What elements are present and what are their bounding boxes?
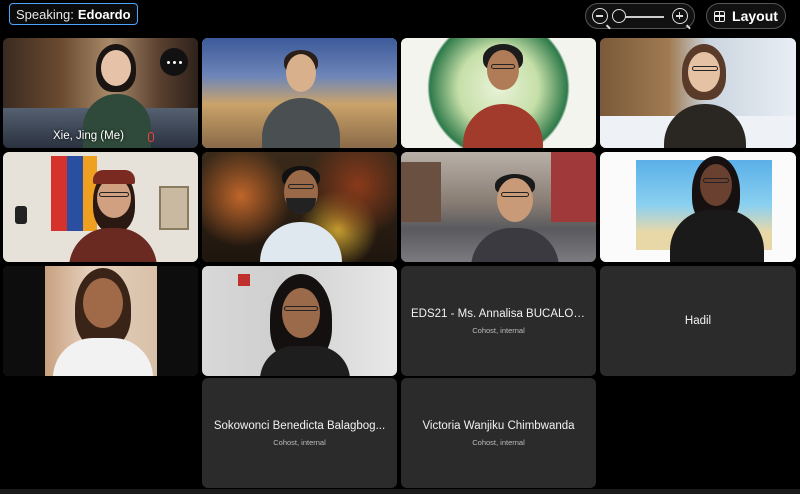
participant-role-sokowonci: Cohost, internal [273,437,326,447]
bottom-bar [0,489,800,494]
video-tile-annalisa[interactable]: EDS21 - Ms. Annalisa BUCALOS... Cohost, … [401,266,596,376]
layout-label: Layout [732,8,778,24]
participant-name-annalisa: EDS21 - Ms. Annalisa BUCALOS... [411,307,586,320]
video-tile-participant-6[interactable] [202,152,397,262]
video-tile-participant-5[interactable] [3,152,198,262]
participant-name-hadil: Hadil [684,315,712,327]
participant-role-victoria: Cohost, internal [472,437,525,447]
video-tile-victoria[interactable]: Victoria Wanjiku Chimbwanda Cohost, inte… [401,378,596,488]
video-tile-participant-7[interactable] [401,152,596,262]
video-tile-participant-4[interactable] [600,38,796,148]
video-tile-edoardo[interactable] [202,38,397,148]
zoom-out-icon[interactable] [592,8,608,24]
top-bar: Speaking: Edoardo Layout [0,0,800,36]
participant-role-annalisa: Cohost, internal [472,325,525,335]
speaking-indicator: Speaking: Edoardo [9,3,138,25]
zoom-in-icon[interactable] [672,8,688,24]
zoom-control [585,3,695,29]
speaking-prefix: Speaking: [16,6,74,22]
video-tile-hadil[interactable]: Hadil [600,266,796,376]
video-tile-sokowonci[interactable]: Sokowonci Benedicta Balagbog... Cohost, … [202,378,397,488]
video-tile-self[interactable]: Xie, Jing (Me) [3,38,198,148]
participant-name-self: Xie, Jing (Me) [53,130,124,142]
video-tile-participant-10[interactable] [202,266,397,376]
grid-layout-icon [714,10,726,22]
mic-muted-icon [148,132,154,142]
participant-name-sokowonci: Sokowonci Benedicta Balagbog... [213,419,386,432]
layout-button[interactable]: Layout [706,3,786,29]
video-tile-participant-9[interactable] [3,266,198,376]
zoom-slider-handle[interactable] [612,9,626,23]
more-options-button[interactable] [160,48,188,76]
video-tile-participant-8[interactable] [600,152,796,262]
speaking-name: Edoardo [77,6,131,22]
video-tile-participant-3[interactable] [401,38,596,148]
participant-name-victoria: Victoria Wanjiku Chimbwanda [422,419,575,432]
